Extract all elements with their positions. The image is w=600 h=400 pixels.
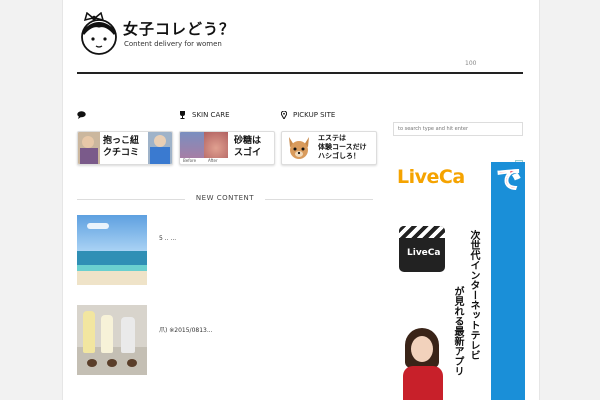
post-thumbnail-beach[interactable]: [77, 215, 147, 285]
app-label: LiveCa: [407, 248, 441, 258]
search-input[interactable]: [393, 122, 523, 136]
after-label: After: [208, 158, 218, 163]
header-divider: [77, 72, 523, 74]
post-title[interactable]: 爪) ※2015/0813...: [159, 325, 213, 334]
banner-text: ハシゴしろ！: [318, 152, 360, 160]
section-label: NEW CONTENT: [195, 194, 255, 202]
banner-esthe[interactable]: エステは 体験コースだけ ハシゴしろ！: [281, 131, 377, 165]
site-logo[interactable]: [79, 12, 119, 56]
ad-banner[interactable]: LiveCa LiveCa 日本のテレビを海外で 次世代インターネットテレビ が…: [395, 160, 525, 400]
category-label-skin-care: SKIN CARE: [192, 111, 230, 119]
banner-text: クチコミ: [103, 148, 140, 158]
banner-text: エステは: [318, 134, 346, 142]
category-label-pickup-site: PICKUP SITE: [293, 111, 336, 119]
banner-text: 砂糖は: [234, 136, 262, 146]
dog-photo: [289, 137, 309, 159]
category-link-chat[interactable]: [77, 111, 92, 119]
category-link-pickup-site[interactable]: PICKUP SITE: [281, 111, 335, 119]
banner-sugar[interactable]: Before After 砂糖は スゴイ: [179, 131, 275, 165]
map-pin-icon: [281, 111, 287, 119]
section-heading: NEW CONTENT: [77, 193, 373, 205]
banner-text: 抱っこ紐: [103, 136, 140, 146]
counter-badge: 100: [465, 60, 477, 67]
before-label: Before: [183, 158, 197, 163]
banner-text: スゴイ: [234, 148, 262, 158]
ad-copy: 次世代インターネットテレビ: [468, 230, 479, 360]
app-icon: LiveCa: [399, 226, 445, 272]
banner-baby-carrier[interactable]: 抱っこ紐 クチコミ: [77, 131, 173, 165]
banner-photo: [78, 132, 100, 164]
site-tagline: Content delivery for women: [124, 40, 222, 48]
section-rule-right: [265, 199, 373, 200]
page-container: 女子コレどう？ Content delivery for women 100 S…: [62, 0, 540, 400]
chat-bubble-icon: [77, 111, 86, 119]
banner-photo: [148, 132, 172, 164]
ad-model-photo: [399, 324, 447, 400]
ad-copy: が見れる最新アプリ: [452, 286, 463, 376]
site-title[interactable]: 女子コレどう？: [123, 18, 235, 39]
banner-text: 体験コースだけ: [318, 143, 367, 151]
category-link-skin-care[interactable]: SKIN CARE: [179, 111, 230, 119]
ad-headline: 日本のテレビを海外で: [493, 166, 526, 392]
ad-brand: LiveCa: [397, 166, 465, 188]
trophy-icon: [180, 111, 185, 119]
post-title[interactable]: 5 .. ...: [159, 235, 176, 242]
headline-panel: 日本のテレビを海外で: [491, 162, 525, 400]
post-thumbnail-bottles[interactable]: [77, 305, 147, 375]
